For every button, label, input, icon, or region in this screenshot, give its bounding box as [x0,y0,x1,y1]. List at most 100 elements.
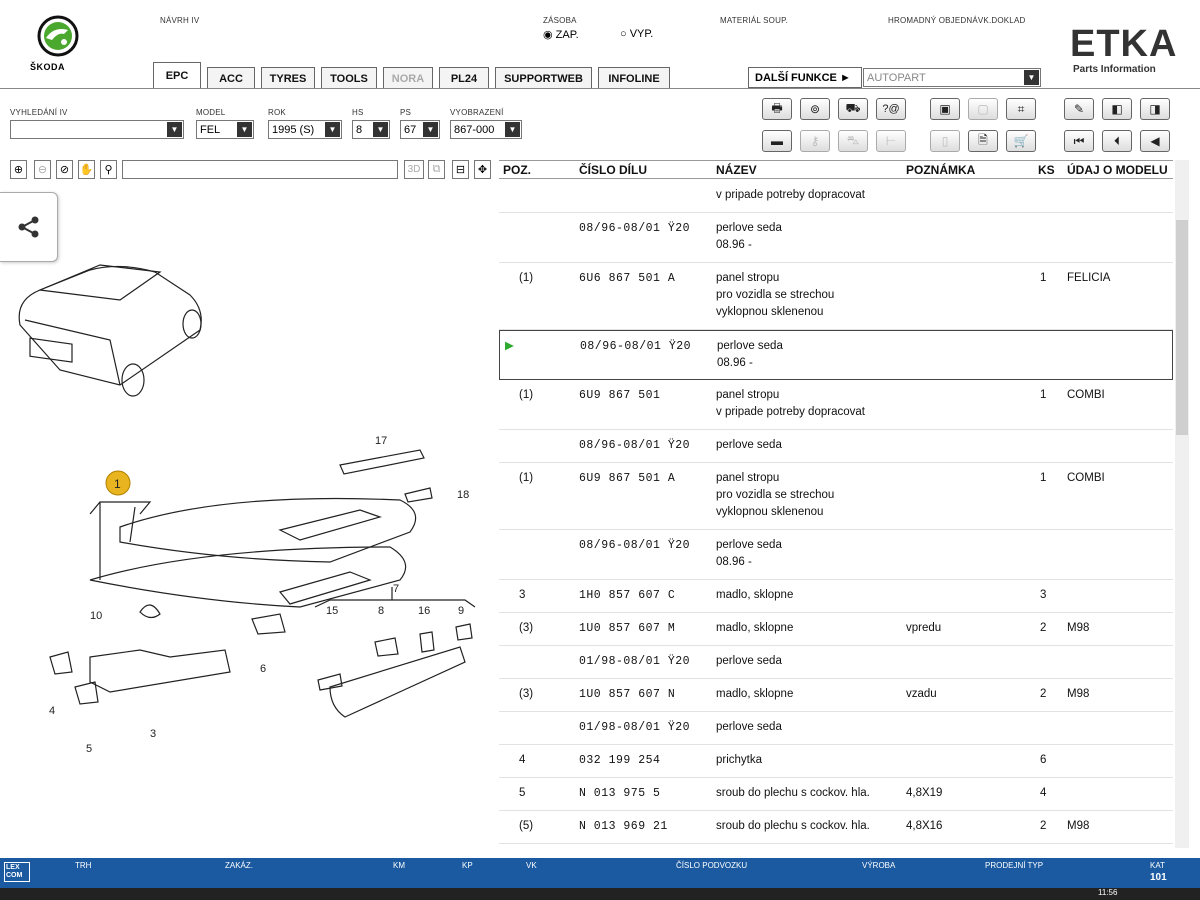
move-button[interactable]: ✥ [474,160,491,179]
tab-supportweb[interactable]: SUPPORTWEB [495,67,592,89]
chevron-down-icon: ▼ [1024,70,1039,85]
tab-acc[interactable]: ACC [207,67,255,89]
3d-button[interactable]: 3D [404,160,424,179]
cart-button[interactable]: 🛒 [1006,130,1036,152]
back-button[interactable]: ◀ [1140,130,1170,152]
next-page-button[interactable]: ◨ [1140,98,1170,120]
cell-ks: 6 [1040,754,1047,766]
document-button[interactable]: 🗎 [968,130,998,152]
table-row[interactable]: (1) 6U9 867 501 A 1 COMBI panel stropu pro vo… [499,463,1173,530]
grid-scrollbar-thumb[interactable] [1176,220,1188,435]
fit-button[interactable]: ⚲ [100,160,117,179]
vyhledani-select[interactable]: ▼ [10,120,184,139]
prev-page-button[interactable]: ◧ [1102,98,1132,120]
car-outline-button[interactable]: ⛍ [838,130,868,152]
diagram-label-7: 7 [393,583,399,595]
cell-nazev: 08.96 - [716,556,752,568]
hs-select[interactable]: 8 ▼ [352,120,390,139]
cell-nazev: perlove seda [716,721,782,733]
zoom-area-button[interactable]: ⊘ [56,160,73,179]
autopart-select[interactable]: AUTOPART ▼ [863,68,1041,87]
brand-text: ŠKODA [30,62,66,72]
vyp-radio[interactable]: ○ VYP. [620,28,653,40]
viewer-search-field[interactable] [122,160,398,179]
cell-poz: (3) [519,622,534,634]
ps-select[interactable]: 67 ▼ [400,120,440,139]
layers-icon: ⧉ [432,163,441,175]
table-row[interactable]: 5 N 013 975 5 4,8X19 4 sroub do plechu s coc… [499,778,1173,811]
basket-button[interactable]: ▣ [930,98,960,120]
print-button[interactable]: 🖶 [762,98,792,120]
cell-ks: 1 [1040,389,1047,401]
table-row[interactable]: (5) N 013 969 21 4,8X16 2 M98 sroub do plechu… [499,811,1173,844]
table-row[interactable]: 01/98-08/01 Ÿ20 perlove seda [499,712,1173,745]
cell-ks: 1 [1040,272,1047,284]
phone-icon: ▯ [941,134,949,148]
cell-nazev: madlo, sklopne [716,688,794,700]
table-row[interactable]: (3) 1U0 857 607 N vzadu 2 M98 madlo, sklopne [499,679,1173,712]
status-vk: VK [526,861,537,870]
table-row[interactable]: 3 1H0 857 607 C 3 madlo, sklopne [499,580,1173,613]
table-row[interactable]: 08/96-08/01 Ÿ20 perlove seda [499,430,1173,463]
col-nazev[interactable]: NÁZEV [716,163,757,177]
car-wash-button[interactable]: ⛟ [838,98,868,120]
zoom-in-button[interactable]: ⊕ [10,160,27,179]
cell-cislo: 032 199 254 [579,754,661,767]
arrow-button[interactable]: ⊢ [876,130,906,152]
table-row[interactable]: (1) 6U9 867 501 1 COMBI panel stropu v pripad… [499,380,1173,430]
vyobrazeni-value: 867-000 [454,123,495,136]
ps-label: PS [400,108,412,117]
tab-tyres[interactable]: TYRES [261,67,315,89]
table-row[interactable]: 08/96-08/01 Ÿ20 perlove seda 08.96 - ▶ [499,330,1173,380]
pan-button[interactable]: ✋ [78,160,95,179]
table-row[interactable]: 4 032 199 254 6 prichytka [499,745,1173,778]
cell-nazev: perlove seda [716,439,782,451]
table-row[interactable]: (3) 1U0 857 607 M vpredu 2 M98 madlo, sklopne [499,613,1173,646]
tab-infoline[interactable]: INFOLINE [598,67,670,89]
col-model[interactable]: ÚDAJ O MODELU [1067,163,1168,177]
tab-epc[interactable]: EPC [153,62,201,89]
col-cislo[interactable]: ČÍSLO DÍLU [579,163,647,177]
table-row[interactable]: 01/98-08/01 Ÿ20 perlove seda [499,646,1173,679]
share-button[interactable] [0,192,58,262]
zap-radio[interactable]: ◉ ZAP. [543,28,579,42]
vyobrazeni-select[interactable]: 867-000 ▼ [450,120,522,139]
tab-nora[interactable]: NORA [383,67,433,89]
dalsi-funkce-button[interactable]: DALŠÍ FUNKCE ► [748,67,862,88]
screen-button[interactable]: ▬ [762,130,792,152]
model-select[interactable]: FEL ▼ [196,120,254,139]
tab-pl24[interactable]: PL24 [439,67,489,89]
radio-off-icon: ○ [620,28,627,40]
cell-nazev: perlove seda [716,222,782,234]
split-button[interactable]: ⊟ [452,160,469,179]
filter-button[interactable]: ⌗ [1006,98,1036,120]
cell-nazev: prichytka [716,754,763,766]
zoom-out-button[interactable]: ⊖ [34,160,51,179]
prev-button[interactable]: ⏴ [1102,130,1132,152]
pin-button[interactable]: ✎ [1064,98,1094,120]
cell-cislo: 01/98-08/01 Ÿ20 [579,655,691,668]
phone-button[interactable]: ▯ [930,130,960,152]
table-row[interactable]: 08/96-08/01 Ÿ20 perlove seda 08.96 - [499,530,1173,580]
diagram-label-18: 18 [457,489,469,501]
disabled-button[interactable]: ▢ [968,98,998,120]
col-poznamka[interactable]: POZNÁMKA [906,163,975,177]
table-row[interactable]: 08/96-08/01 Ÿ20 perlove seda 08.96 - [499,213,1173,263]
table-row[interactable]: v pripade potreby dopracovat [499,180,1173,213]
hs-value: 8 [356,123,363,136]
cell-nazev: madlo, sklopne [716,622,794,634]
first-button[interactable]: ⏮ [1064,130,1094,152]
tab-tools[interactable]: TOOLS [321,67,377,89]
table-row[interactable]: (1) 6U6 867 501 A 1 FELICIA panel stropu pro … [499,263,1173,330]
model-label: MODEL [196,108,226,117]
col-poz[interactable]: POZ. [503,163,531,177]
diagram-label-1: 1 [114,477,121,491]
help-button[interactable]: ?@ [876,98,906,120]
col-ks[interactable]: KS [1038,163,1055,177]
parts-grid-header: POZ. ČÍSLO DÍLU NÁZEV POZNÁMKA KS ÚDAJ O… [499,160,1173,179]
key-button[interactable]: ⚷ [800,130,830,152]
stamp-button[interactable]: ⊚ [800,98,830,120]
rok-select[interactable]: 1995 (S) ▼ [268,120,342,139]
layers-button[interactable]: ⧉ [428,160,445,179]
status-prodejni-typ: PRODEJNÍ TYP [985,861,1044,870]
